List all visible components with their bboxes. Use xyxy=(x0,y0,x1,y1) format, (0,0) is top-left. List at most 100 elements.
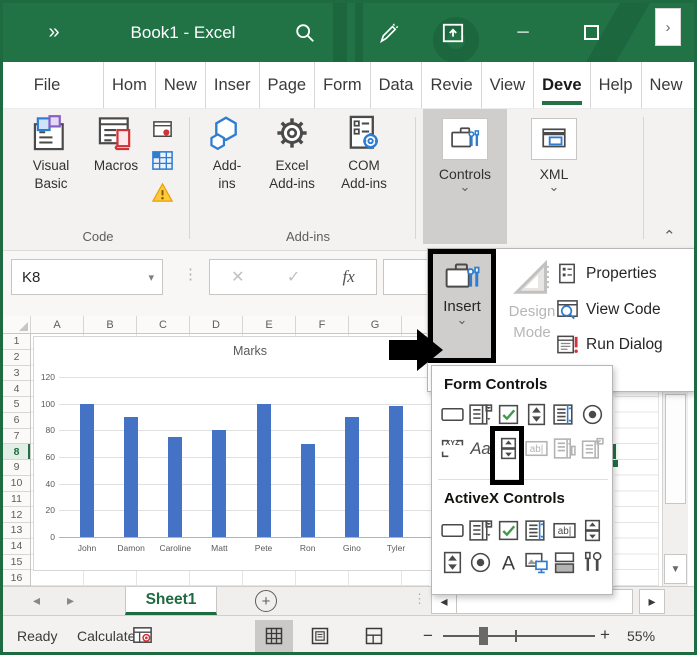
column-header-e[interactable]: E xyxy=(243,316,296,333)
excel-add-ins-button[interactable]: Excel Add-ins xyxy=(259,113,325,192)
row-header-8[interactable]: 8 xyxy=(3,444,30,460)
form-combo-box-icon[interactable] xyxy=(468,402,493,427)
formula-bar-divider-dots[interactable]: ⋮ xyxy=(183,265,199,283)
form-check-box-icon[interactable] xyxy=(496,402,521,427)
tab-new[interactable]: New xyxy=(154,62,205,108)
form-scroll-bar-icon[interactable] xyxy=(496,436,521,461)
marks-bar-chart[interactable]: Marks 0 20 40 60 80 100 120 John Damon Caroline Mat… xyxy=(33,336,447,571)
macro-record-icon[interactable] xyxy=(131,624,154,647)
activex-label-icon[interactable]: A xyxy=(496,550,521,575)
enter-icon[interactable]: ✓ xyxy=(287,267,300,287)
row-header-3[interactable]: 3 xyxy=(3,366,30,382)
row-header-16[interactable]: 16 xyxy=(3,570,30,586)
scroll-down-icon[interactable]: ▼ xyxy=(664,554,687,584)
tab-inser[interactable]: Inser xyxy=(204,62,259,108)
zoom-in-button[interactable]: + xyxy=(600,625,610,645)
collapse-ribbon-icon[interactable]: ⌃ xyxy=(663,227,676,245)
row-header-15[interactable]: 15 xyxy=(3,555,30,571)
form-button-icon[interactable] xyxy=(440,402,465,427)
activex-spin-button-icon[interactable] xyxy=(580,518,605,543)
tab-overflow-button[interactable]: › xyxy=(655,8,681,46)
row-header-12[interactable]: 12 xyxy=(3,507,30,523)
normal-view-button[interactable] xyxy=(255,620,293,652)
status-calculate[interactable]: Calculate xyxy=(77,628,135,644)
activex-check-box-icon[interactable] xyxy=(496,518,521,543)
activex-scroll-bar-icon[interactable] xyxy=(440,550,465,575)
activex-list-box-icon[interactable] xyxy=(524,518,549,543)
select-all-corner[interactable] xyxy=(3,316,31,333)
record-macro-icon[interactable] xyxy=(151,119,174,142)
chart-bar-ron[interactable] xyxy=(300,443,315,537)
tab-view[interactable]: View xyxy=(480,62,533,108)
form-list-box-icon[interactable] xyxy=(552,402,577,427)
tab-hom[interactable]: Hom xyxy=(103,62,155,108)
form-option-button-icon[interactable] xyxy=(580,402,605,427)
activex-text-box-icon[interactable]: ab| xyxy=(552,518,577,543)
cancel-icon[interactable]: ✕ xyxy=(231,267,244,287)
page-layout-view-button[interactable] xyxy=(301,620,339,652)
tab-scrollbar-divider-dots[interactable]: ⋮ xyxy=(413,591,426,607)
tab-help[interactable]: Help xyxy=(589,62,641,108)
properties-menu-item[interactable]: Properties xyxy=(556,262,657,285)
dropdown-arrow-icon[interactable]: ▾ xyxy=(148,271,154,284)
row-header-13[interactable]: 13 xyxy=(3,523,30,539)
row-header-14[interactable]: 14 xyxy=(3,539,30,555)
row-header-9[interactable]: 9 xyxy=(3,460,30,476)
sheet-prev-icon[interactable]: ◂ xyxy=(33,592,40,609)
form-combo-list-edit-icon[interactable] xyxy=(552,436,577,461)
ribbon-display-options-icon[interactable] xyxy=(431,3,475,62)
run-dialog-menu-item[interactable]: Run Dialog xyxy=(556,333,663,356)
tab-data[interactable]: Data xyxy=(369,62,422,108)
activex-option-button-icon[interactable] xyxy=(468,550,493,575)
column-header-f[interactable]: F xyxy=(296,316,349,333)
macro-security-warning-icon[interactable] xyxy=(151,181,174,204)
view-code-menu-item[interactable]: View Code xyxy=(556,298,661,321)
visual-basic-button[interactable]: Visual Basic xyxy=(19,113,83,192)
minimize-button[interactable]: ─ xyxy=(501,3,545,62)
tab-new[interactable]: New xyxy=(640,62,691,108)
name-box[interactable]: K8 ▾ xyxy=(11,259,163,295)
page-break-preview-button[interactable] xyxy=(355,620,393,652)
chart-bar-damon[interactable] xyxy=(124,417,139,537)
column-header-g[interactable]: G xyxy=(349,316,402,333)
macros-button[interactable]: Macros xyxy=(87,113,145,175)
chart-bar-pete[interactable] xyxy=(256,403,271,537)
row-header-2[interactable]: 2 xyxy=(3,350,30,366)
tab-page[interactable]: Page xyxy=(258,62,315,108)
form-spin-button-icon[interactable] xyxy=(524,402,549,427)
activex-command-button-icon[interactable] xyxy=(440,518,465,543)
column-header-a[interactable]: A xyxy=(31,316,84,333)
chart-bar-gino[interactable] xyxy=(344,417,359,537)
tab-revie[interactable]: Revie xyxy=(421,62,480,108)
row-header-6[interactable]: 6 xyxy=(3,413,30,429)
row-header-7[interactable]: 7 xyxy=(3,429,30,445)
row-header-5[interactable]: 5 xyxy=(3,397,30,413)
quick-access-more-button[interactable]: » xyxy=(33,3,73,62)
activex-combo-box-icon[interactable] xyxy=(468,518,493,543)
row-header-4[interactable]: 4 xyxy=(3,381,30,397)
row-header-1[interactable]: 1 xyxy=(3,334,30,350)
xml-group-button[interactable]: XML ⌄ xyxy=(521,109,587,244)
activex-more-controls-icon[interactable] xyxy=(580,550,605,575)
column-header-d[interactable]: D xyxy=(190,316,243,333)
activex-image-icon[interactable] xyxy=(524,550,549,575)
tab-file[interactable]: File xyxy=(3,62,91,108)
chart-bar-tyler[interactable] xyxy=(388,406,403,537)
add-sheet-button[interactable]: + xyxy=(255,590,277,612)
sheet-tab-sheet1[interactable]: Sheet1 xyxy=(125,587,217,615)
zoom-out-button[interactable]: − xyxy=(423,626,433,646)
activex-toggle-button-icon[interactable] xyxy=(552,550,577,575)
zoom-slider-thumb[interactable] xyxy=(479,627,488,645)
draw-pen-icon[interactable] xyxy=(365,3,409,62)
design-mode-button-disabled[interactable]: Design Mode xyxy=(500,249,564,363)
zoom-level[interactable]: 55% xyxy=(627,628,655,644)
add-ins-button[interactable]: Add- ins xyxy=(201,113,253,192)
com-add-ins-button[interactable]: COM Add-ins xyxy=(331,113,397,192)
chart-bar-john[interactable] xyxy=(80,403,94,537)
tab-form[interactable]: Form xyxy=(314,62,370,108)
search-icon[interactable] xyxy=(283,3,327,62)
maximize-button[interactable] xyxy=(569,3,613,62)
zoom-slider-track[interactable] xyxy=(443,635,595,637)
column-header-c[interactable]: C xyxy=(137,316,190,333)
row-header-11[interactable]: 11 xyxy=(3,492,30,508)
